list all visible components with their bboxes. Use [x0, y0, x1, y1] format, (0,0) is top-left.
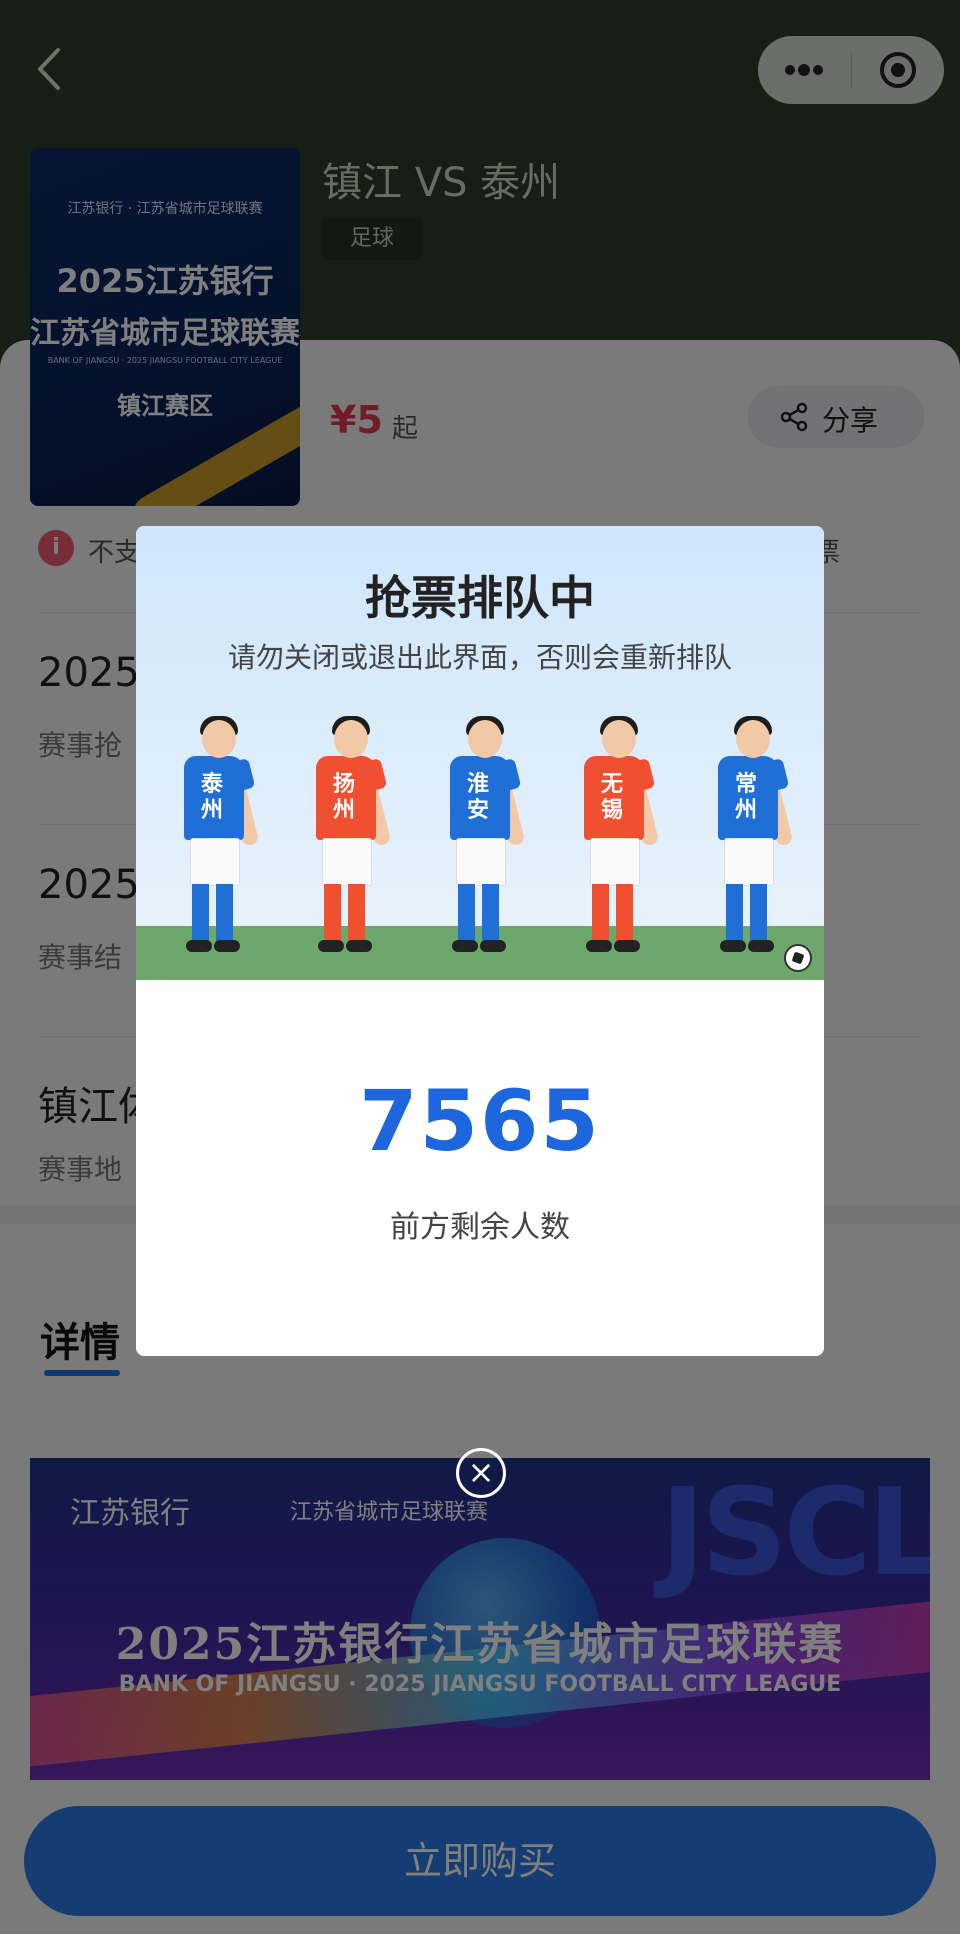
- player-figure: 常 州: [710, 716, 800, 970]
- queue-count: 7565: [359, 1072, 601, 1170]
- player-jersey-name: 无 锡: [600, 772, 623, 823]
- queue-modal: 抢票排队中 请勿关闭或退出此界面，否则会重新排队 泰 州 扬 州 淮 安 无 锡 常 州…: [136, 526, 824, 1356]
- player-jersey-name: 泰 州: [200, 772, 223, 823]
- player-jersey-name: 常 州: [734, 772, 757, 823]
- player-figure: 泰 州: [176, 716, 266, 970]
- soccer-ball-icon: [784, 944, 812, 972]
- queue-count-label: 前方剩余人数: [390, 1210, 570, 1245]
- player-figure: 淮 安: [442, 716, 532, 970]
- modal-title: 抢票排队中: [365, 571, 595, 625]
- close-icon[interactable]: ×: [456, 1448, 506, 1498]
- player-figure: 扬 州: [308, 716, 398, 970]
- player-figure: 无 锡: [576, 716, 666, 970]
- player-jersey-name: 扬 州: [332, 772, 355, 823]
- modal-subtitle: 请勿关闭或退出此界面，否则会重新排队: [227, 641, 732, 674]
- player-jersey-name: 淮 安: [466, 772, 489, 823]
